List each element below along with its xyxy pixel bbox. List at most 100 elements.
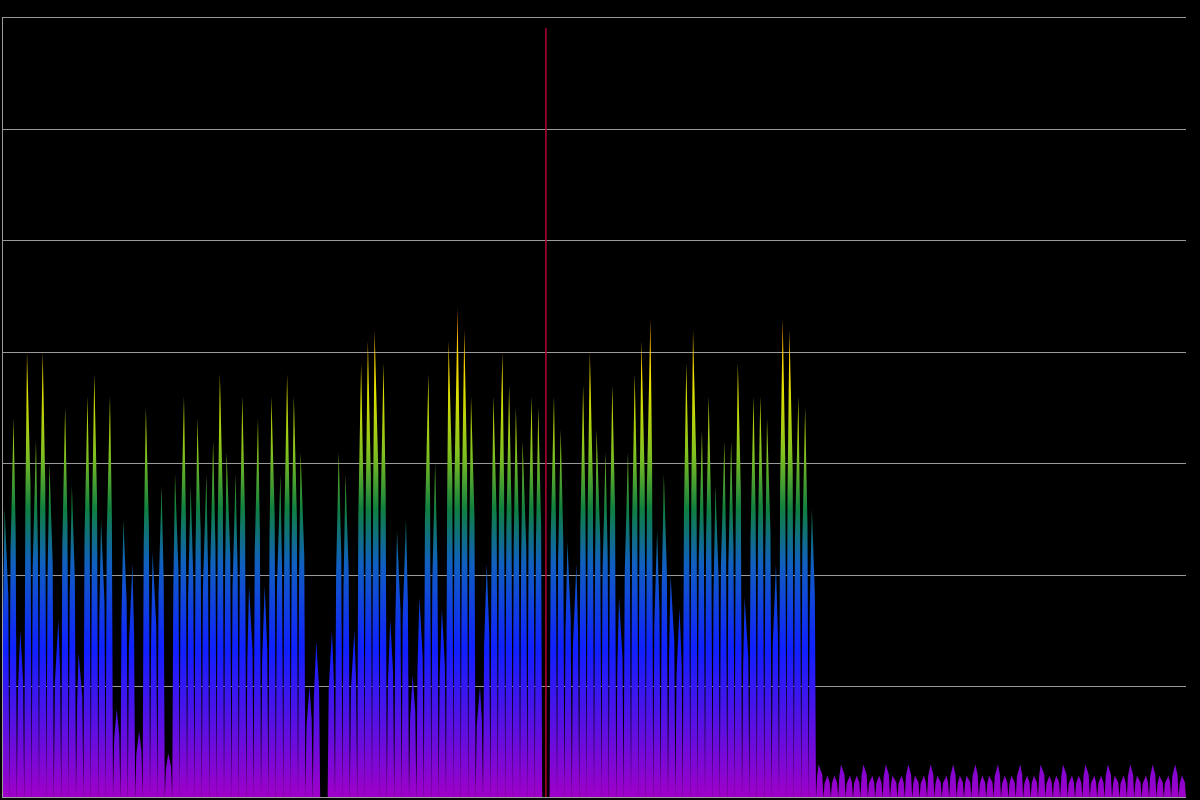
bar-8 <box>61 407 69 798</box>
bar-99 <box>734 362 742 798</box>
bar-92 <box>682 362 691 798</box>
bar-150 <box>1112 775 1120 798</box>
bar-105 <box>779 318 787 798</box>
bar-131 <box>971 764 979 798</box>
bar-75 <box>557 429 565 798</box>
bar-55 <box>409 675 417 798</box>
bar-140 <box>1038 764 1046 798</box>
spectrum-chart <box>0 0 1200 800</box>
bar-44 <box>327 630 335 798</box>
bar-134 <box>993 764 1001 798</box>
bar-135 <box>1001 775 1009 798</box>
bar-107 <box>793 396 802 798</box>
bar-61 <box>453 307 461 798</box>
bar-123 <box>912 775 920 798</box>
bar-19 <box>142 407 150 798</box>
bar-100 <box>742 597 750 798</box>
bar-96 <box>712 485 720 798</box>
bar-70 <box>520 440 528 798</box>
bar-13 <box>98 519 106 798</box>
bar-14 <box>105 396 113 798</box>
bar-81 <box>601 452 609 798</box>
bar-143 <box>1060 764 1068 798</box>
axes <box>2 17 1186 798</box>
bar-153 <box>1134 775 1142 798</box>
bar-95 <box>705 396 713 798</box>
bar-21 <box>157 485 165 798</box>
bar-36 <box>268 396 276 798</box>
bar-146 <box>1082 764 1090 798</box>
bar-93 <box>690 329 698 798</box>
bar-138 <box>1023 775 1031 798</box>
bar-67 <box>497 351 506 798</box>
bar-63 <box>468 396 476 798</box>
bar-74 <box>549 396 557 798</box>
bar-159 <box>1178 775 1186 798</box>
bar-28 <box>209 440 217 798</box>
bar-86 <box>638 340 646 798</box>
bar-125 <box>927 764 935 798</box>
bar-45 <box>335 452 343 798</box>
bar-41 <box>305 686 313 798</box>
bar-23 <box>172 474 180 798</box>
bar-94 <box>697 429 705 798</box>
bar-116 <box>860 764 868 798</box>
bar-11 <box>83 396 91 798</box>
bar-147 <box>1089 775 1098 798</box>
bar-42 <box>312 641 321 798</box>
bar-16 <box>120 519 128 798</box>
bar-4 <box>31 440 39 798</box>
bar-52 <box>386 619 395 798</box>
bar-139 <box>1030 775 1038 798</box>
bar-121 <box>897 775 905 798</box>
bar-126 <box>934 775 942 798</box>
bar-30 <box>224 452 232 798</box>
bar-109 <box>808 507 816 798</box>
bar-117 <box>867 775 876 798</box>
bar-142 <box>1052 775 1061 798</box>
bar-32 <box>238 396 247 798</box>
bar-24 <box>179 396 187 798</box>
bar-89 <box>660 474 668 798</box>
bar-54 <box>401 519 409 798</box>
bar-130 <box>964 775 972 798</box>
bar-46 <box>342 474 350 798</box>
bar-111 <box>823 775 831 798</box>
bar-132 <box>978 775 987 798</box>
bar-115 <box>853 775 861 798</box>
bar-27 <box>201 474 210 798</box>
bar-155 <box>1149 764 1157 798</box>
bar-156 <box>1156 775 1164 798</box>
bar-60 <box>446 340 454 798</box>
bar-82 <box>608 385 617 798</box>
bar-39 <box>290 396 298 798</box>
bar-141 <box>1045 775 1053 798</box>
bar-145 <box>1075 775 1083 798</box>
bar-12 <box>90 374 99 798</box>
bar-49 <box>364 340 372 798</box>
bar-119 <box>882 764 890 798</box>
grid-lines <box>2 17 1186 687</box>
bar-5 <box>39 351 47 798</box>
bar-80 <box>594 429 602 798</box>
bar-53 <box>394 530 402 798</box>
bar-152 <box>1126 764 1135 798</box>
bar-98 <box>727 440 735 798</box>
bar-76 <box>564 541 572 798</box>
bar-29 <box>216 374 224 798</box>
bar-124 <box>919 775 927 798</box>
bar-15 <box>113 708 121 798</box>
bar-128 <box>949 764 957 798</box>
bar-85 <box>631 374 639 798</box>
bar-88 <box>653 530 661 798</box>
bar-103 <box>764 418 772 798</box>
bar-154 <box>1141 775 1149 798</box>
bar-113 <box>838 764 846 798</box>
bar-102 <box>756 396 765 798</box>
bar-25 <box>187 485 195 798</box>
bar-91 <box>675 608 683 798</box>
bar-110 <box>816 764 824 798</box>
bar-0 <box>2 507 10 798</box>
bar-149 <box>1104 764 1112 798</box>
bar-2 <box>16 630 25 798</box>
